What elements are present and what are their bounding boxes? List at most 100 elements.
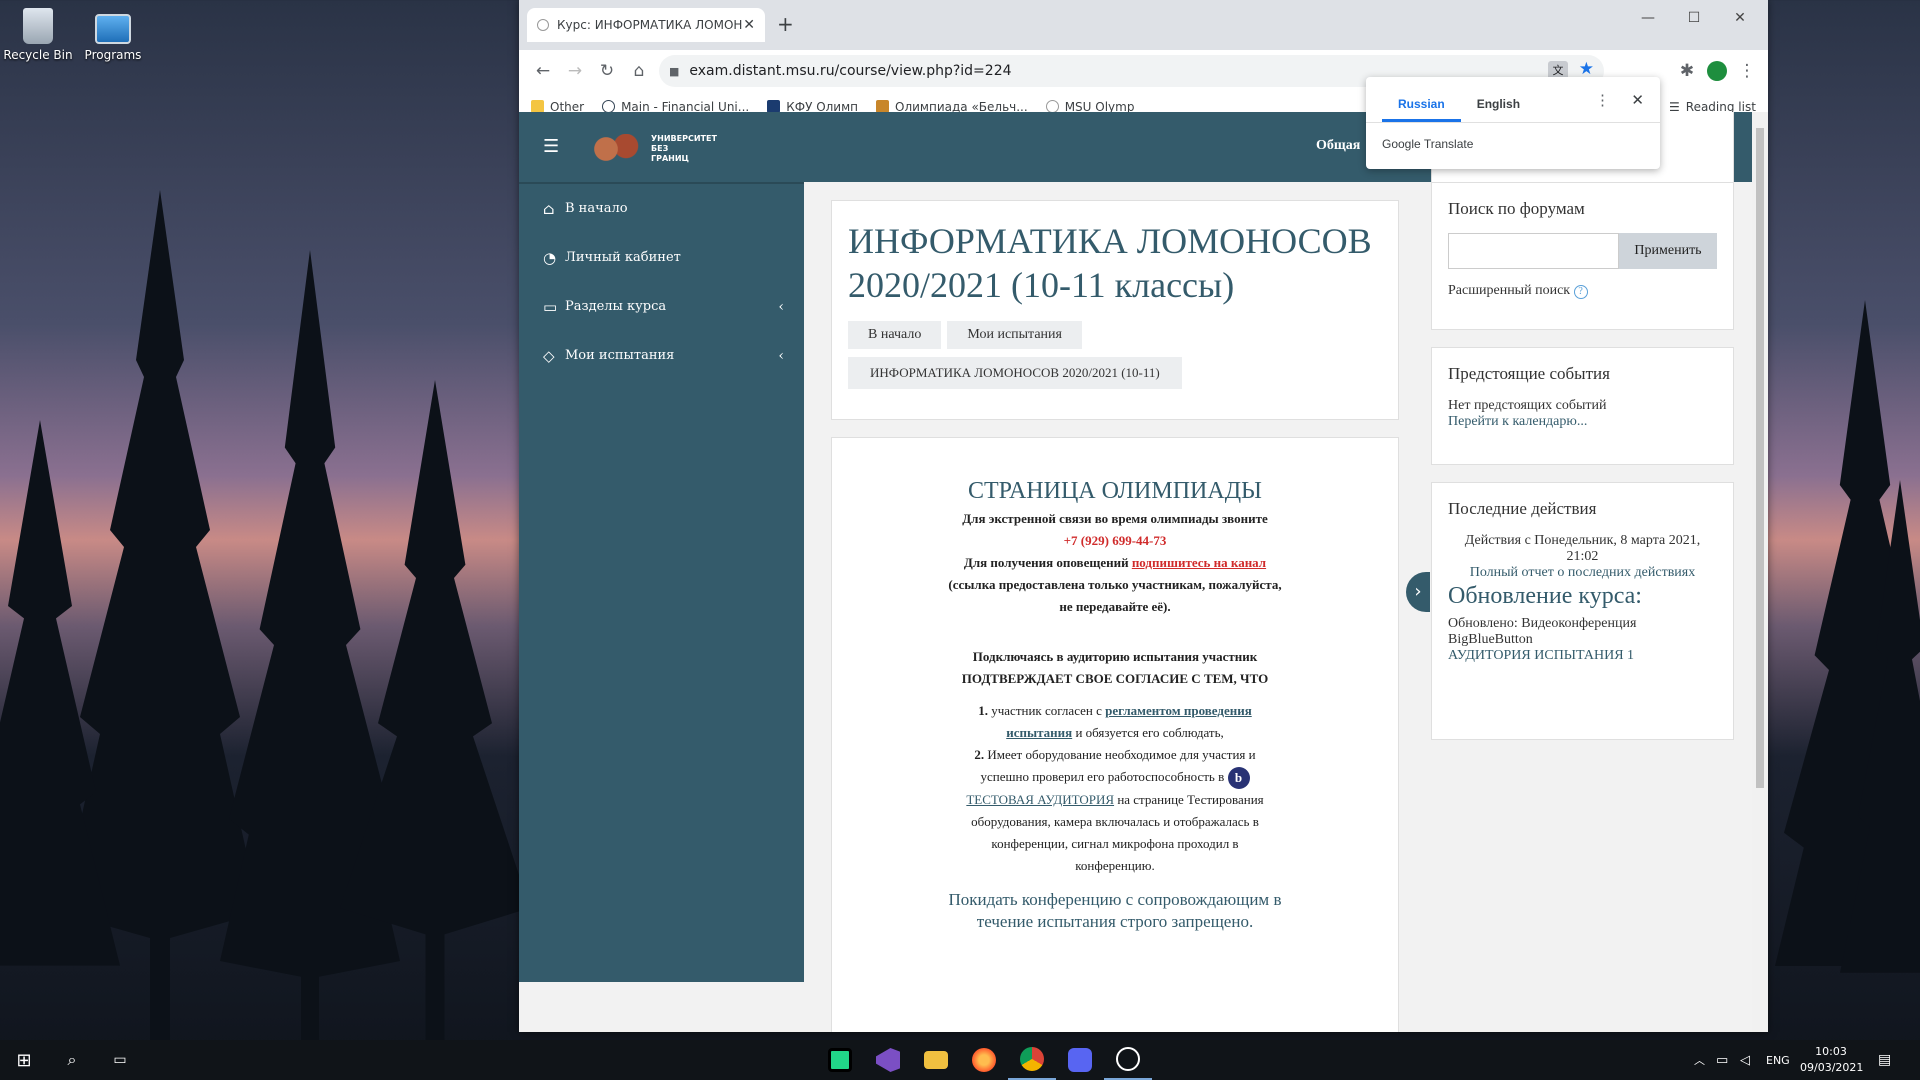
drawer-item-sections[interactable]: ▭ Разделы курса ‹ [519,282,804,331]
close-tab-icon[interactable]: ✕ [743,17,755,33]
app-icon [1116,1047,1140,1071]
full-report-link[interactable]: Полный отчет о последних действиях [1448,565,1717,581]
clock[interactable]: 10:03 09/03/2021 [1800,1044,1864,1076]
minimize-icon[interactable]: — [1625,6,1671,30]
visual-studio-icon [876,1048,900,1072]
agreement-item-1: 1. участник согласен с регламентом прове… [892,700,1338,744]
drawer-item-dashboard[interactable]: ◔ Личный кабинет [519,233,804,282]
lang-tab-russian[interactable]: Russian [1382,97,1461,122]
windows-icon: ⊞ [16,1049,32,1071]
close-window-icon[interactable]: ✕ [1717,6,1763,30]
page-scrollbar[interactable] [1752,112,1768,1032]
forum-search-input[interactable] [1448,233,1619,269]
extensions-icon[interactable]: ✱ [1671,55,1703,87]
item-text: и обязуется его соблюдать, [1075,725,1224,740]
reload-icon[interactable]: ↻ [591,55,623,87]
breadcrumb: В начало Мои испытания [848,321,1382,349]
menu-icon[interactable]: ⋮ [1731,55,1763,87]
folder-icon: ▭ [543,297,558,316]
logo-line: ГРАНИЦ [651,154,689,163]
dashboard-icon: ◔ [543,248,557,267]
block-toggle-chevron-icon[interactable]: › [1406,572,1430,612]
task-view-button[interactable]: ▭ [96,1040,144,1080]
computer-icon [95,14,131,44]
start-button[interactable]: ⊞ [0,1040,48,1080]
chrome-icon [1020,1047,1044,1071]
update-link[interactable]: АУДИТОРИЯ ИСПЫТАНИЯ 1 [1448,648,1717,664]
forward-icon[interactable]: → [559,55,591,87]
taskbar-app-discord[interactable] [1056,1040,1104,1080]
graduation-cap-icon: ◇ [543,346,555,365]
desktop-icon-recycle-bin[interactable]: Recycle Bin [0,8,78,62]
drawer-item-label: В начало [565,201,628,216]
discord-icon [1068,1048,1092,1072]
language-indicator[interactable]: ENG [1766,1054,1790,1067]
close-icon[interactable]: ✕ [1631,91,1644,109]
show-hidden-icons-icon[interactable]: ︿ [1694,1052,1705,1068]
volume-icon[interactable]: ◁ [1740,1053,1750,1068]
tree-silhouette [220,250,400,1040]
bookmark-star-icon[interactable]: ★ [1579,59,1594,79]
site-logo[interactable]: УНИВЕРСИТЕТ БЕЗ ГРАНИЦ [591,120,717,172]
desktop-icon-label: Recycle Bin [3,48,73,62]
item-text: Имеет оборудование необходимое для участ… [980,747,1256,784]
url-text: exam.distant.msu.ru/course/view.php?id=2… [689,63,1012,79]
notifications-icon[interactable]: ▤ [1878,1052,1891,1068]
back-icon[interactable]: ← [527,55,559,87]
advanced-search[interactable]: Расширенный поиск ? [1448,283,1717,299]
emergency-phone: +7 (929) 699-44-73 [1063,533,1167,548]
channel-link[interactable]: подпишитесь на канал [1132,555,1266,570]
taskbar-app-firefox[interactable] [960,1040,1008,1080]
course-update-heading: Обновление курса: [1448,583,1642,609]
more-options-icon[interactable]: ⋮ [1595,91,1610,109]
drawer-item-label: Мои испытания [565,348,675,363]
item-number: 1. [978,703,988,718]
clock-date: 09/03/2021 [1800,1061,1864,1074]
drawer-item-my-tests[interactable]: ◇ Мои испытания ‹ [519,331,804,380]
new-tab-icon[interactable]: + [777,12,794,36]
test-room-link[interactable]: ТЕСТОВАЯ АУДИТОРИЯ [966,792,1114,807]
breadcrumb-item[interactable]: В начало [848,321,942,349]
taskbar-app-visual-studio[interactable] [864,1040,912,1080]
breadcrumb-item[interactable]: Мои испытания [947,321,1082,349]
update-text: Обновлено: Видеоконференция BigBlueButto… [1448,616,1637,647]
nav-link-general[interactable]: Общая [1316,138,1360,154]
desktop-icon-programs[interactable]: Programs [73,8,153,62]
page-content: ☰ УНИВЕРСИТЕТ БЕЗ ГРАНИЦ Общая ▼ ⌂В нача… [519,112,1752,1032]
taskbar-app-explorer[interactable] [912,1040,960,1080]
taskbar-app-chrome[interactable] [1008,1040,1056,1080]
search-button[interactable]: ⌕ [48,1040,96,1080]
scrollbar-thumb[interactable] [1756,128,1764,788]
tab-active[interactable]: Курс: ИНФОРМАТИКА ЛОМОНОСОВ ✕ [527,8,765,42]
profile-avatar[interactable] [1707,61,1727,81]
taskbar-app-pycharm[interactable] [816,1040,864,1080]
no-events-text: Нет предстоящих событий [1448,398,1607,413]
calendar-link[interactable]: Перейти к календарю... [1448,414,1717,430]
emergency-text: Для экстренной связи во время олимпиады … [962,511,1268,526]
logo-emblem-icon [591,134,641,164]
clock-time: 10:03 [1815,1045,1847,1058]
bigbluebutton-icon: b [1227,767,1250,790]
logo-line: БЕЗ [651,144,669,153]
advanced-search-link[interactable]: Расширенный поиск [1448,283,1570,298]
drawer-item-home[interactable]: ⌂ В начало [519,184,804,233]
lang-tab-english[interactable]: English [1461,97,1536,122]
help-icon[interactable]: ? [1573,285,1588,299]
recent-activity-block: Последние действия Действия с Понедельни… [1431,482,1734,740]
logo-line: УНИВЕРСИТЕТ [651,134,717,143]
network-icon[interactable]: ▭ [1716,1053,1728,1068]
home-icon[interactable]: ⌂ [623,55,655,87]
folder-icon [924,1051,948,1069]
agreement-line-2: ПОДТВЕРЖДАЕТ СВОЕ СОГЛАСИЕ С ТЕМ, ЧТО [961,671,1269,686]
recycle-bin-icon [23,8,53,44]
firefox-icon [972,1048,996,1072]
warning-text: Покидать конференцию с сопровождающим в … [948,890,1282,932]
tab-bar: Курс: ИНФОРМАТИКА ЛОМОНОСОВ ✕ + — ☐ ✕ [519,0,1768,50]
taskbar-app-terminal[interactable] [1104,1040,1152,1080]
drawer-item-label: Разделы курса [565,299,667,314]
block-title: Последние действия [1448,499,1597,518]
taskbar: ⊞ ⌕ ▭ ︿ ▭ ◁ ENG 10:03 09/03/2021 ▤ [0,1040,1920,1080]
hamburger-icon[interactable]: ☰ [543,136,559,157]
maximize-icon[interactable]: ☐ [1671,6,1717,30]
apply-button[interactable]: Применить [1619,233,1717,269]
